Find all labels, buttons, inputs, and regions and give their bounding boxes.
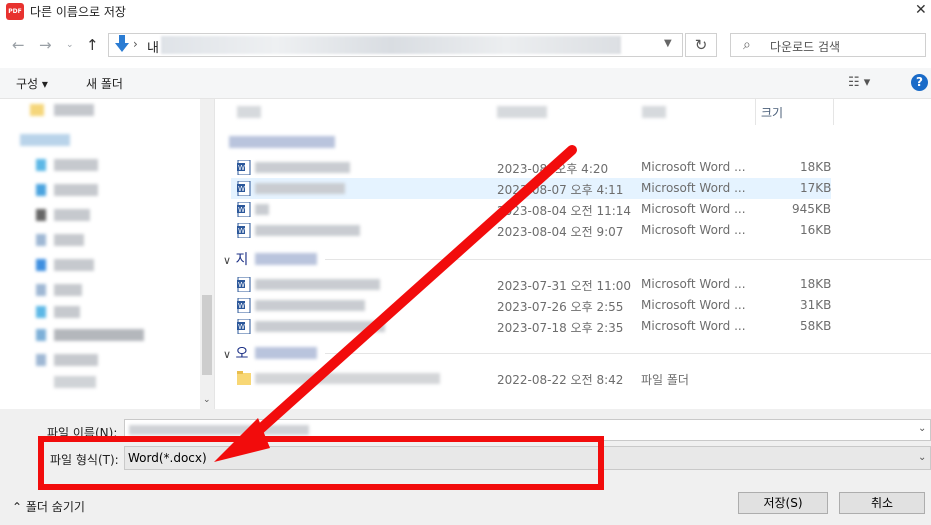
window-title: 다른 이름으로 저장: [30, 5, 126, 19]
table-row[interactable]: W 2023-08- 오후 4:20 Microsoft Word ... 18…: [231, 157, 831, 178]
file-size: 18KB: [800, 277, 832, 291]
table-row[interactable]: W 2023-08-04 오전 9:07 Microsoft Word ... …: [231, 220, 831, 241]
word-file-icon: W: [237, 298, 251, 313]
navigation-scrollbar[interactable]: ⌄: [200, 99, 214, 409]
pdf-app-icon: PDF: [6, 3, 24, 20]
file-size: 17KB: [800, 181, 832, 195]
word-file-icon: W: [237, 160, 251, 175]
word-file-icon: W: [237, 319, 251, 334]
chevron-down-icon[interactable]: ▼: [664, 38, 672, 49]
file-date: 2023-07-18 오후 2:35: [497, 321, 624, 335]
file-size: 945KB: [792, 202, 832, 216]
help-icon[interactable]: ?: [911, 74, 928, 91]
chevron-down-icon[interactable]: ⌄: [203, 395, 211, 405]
word-file-icon: W: [237, 223, 251, 238]
chevron-down-icon[interactable]: ⌄: [918, 423, 926, 434]
download-arrow-icon: [115, 35, 129, 52]
chevron-up-icon: ⌃: [12, 500, 23, 514]
folder-icon: [237, 371, 251, 385]
file-size: 16KB: [800, 223, 832, 237]
file-type: 파일 폴더: [641, 373, 689, 387]
file-size: 31KB: [800, 298, 832, 312]
group-header[interactable]: ∨ 오: [223, 343, 248, 363]
title-bar: PDF 다른 이름으로 저장 ✕: [0, 0, 931, 24]
address-bar[interactable]: › 내 ▼: [108, 33, 683, 57]
up-arrow-icon[interactable]: ↑: [86, 36, 99, 54]
table-row[interactable]: W 2023-08-07 오후 4:11 Microsoft Word ... …: [231, 178, 831, 199]
table-row[interactable]: 2022-08-22 오전 8:42 파일 폴더: [231, 368, 831, 389]
svg-text:W: W: [238, 281, 245, 289]
recent-dropdown-icon[interactable]: ⌄: [66, 40, 74, 50]
group-label: 오: [235, 346, 249, 362]
back-arrow-icon[interactable]: ←: [12, 36, 25, 54]
table-row[interactable]: W 2023-07-26 오후 2:55 Microsoft Word ... …: [231, 295, 831, 316]
file-type: Microsoft Word ...: [641, 277, 746, 291]
file-type: Microsoft Word ...: [641, 202, 746, 216]
address-separator: ›: [133, 37, 138, 51]
file-date: 2023-08-07 오후 4:11: [497, 183, 624, 197]
table-row[interactable]: W 2023-07-18 오후 2:35 Microsoft Word ... …: [231, 316, 831, 337]
file-size: 18KB: [800, 160, 832, 174]
scrollbar-thumb[interactable]: [202, 295, 212, 375]
svg-text:W: W: [238, 323, 245, 331]
column-header-size[interactable]: 크기: [761, 104, 783, 121]
address-path-blurred: [161, 36, 621, 54]
word-file-icon: W: [237, 181, 251, 196]
file-type: Microsoft Word ...: [641, 160, 746, 174]
hide-folders-toggle[interactable]: ⌃ 폴더 숨기기: [12, 498, 85, 515]
file-type: Microsoft Word ...: [641, 223, 746, 237]
file-size: 58KB: [800, 319, 832, 333]
view-options-icon[interactable]: ☷ ▾: [848, 75, 870, 90]
save-button[interactable]: 저장(S): [738, 492, 828, 514]
file-type: Microsoft Word ...: [641, 298, 746, 312]
new-folder-button[interactable]: 새 폴더: [86, 75, 123, 92]
chevron-down-icon[interactable]: ⌄: [918, 452, 926, 463]
file-date: 2023-07-26 오후 2:55: [497, 300, 624, 314]
file-date: 2023-08- 오후 4:20: [497, 162, 609, 176]
svg-text:W: W: [238, 206, 245, 214]
chevron-down-icon: ∨: [223, 254, 232, 267]
navigation-pane[interactable]: ⌄: [0, 99, 215, 409]
close-icon[interactable]: ✕: [915, 2, 927, 18]
file-date: 2023-07-31 오전 11:00: [497, 279, 632, 293]
cancel-button[interactable]: 취소: [839, 492, 925, 514]
table-row[interactable]: W 2023-08-04 오전 11:14 Microsoft Word ...…: [231, 199, 831, 220]
group-header[interactable]: ∨ 지: [223, 249, 248, 269]
file-list[interactable]: 크기 W 2023-08- 오후 4:20 Microsoft Word ...…: [215, 99, 931, 409]
file-type: Microsoft Word ...: [641, 319, 746, 333]
search-input[interactable]: ⌕ 다운로드 검색: [730, 33, 926, 57]
address-path-text: 내: [147, 41, 159, 56]
file-date: 2023-08-04 오전 9:07: [497, 225, 624, 239]
chevron-down-icon: ∨: [223, 348, 232, 361]
search-placeholder: 다운로드 검색: [770, 40, 841, 54]
file-type: Microsoft Word ...: [641, 181, 746, 195]
word-file-icon: W: [237, 202, 251, 217]
file-date: 2022-08-22 오전 8:42: [497, 373, 624, 387]
command-toolbar: 구성 ▾ 새 폴더 ☷ ▾ ?: [0, 68, 931, 99]
organize-button[interactable]: 구성 ▾: [16, 75, 48, 92]
svg-text:W: W: [238, 227, 245, 235]
svg-text:W: W: [238, 185, 245, 193]
svg-text:W: W: [238, 302, 245, 310]
search-icon: ⌕: [743, 37, 751, 53]
group-label: 지: [235, 252, 249, 268]
annotation-highlight-box: [38, 436, 604, 490]
word-file-icon: W: [237, 277, 251, 292]
file-date: 2023-08-04 오전 11:14: [497, 204, 632, 218]
forward-arrow-icon[interactable]: →: [39, 36, 52, 54]
hide-folders-label: 폴더 숨기기: [25, 500, 85, 514]
table-row[interactable]: W 2023-07-31 오전 11:00 Microsoft Word ...…: [231, 274, 831, 295]
refresh-button[interactable]: ↻: [685, 33, 717, 57]
svg-text:W: W: [238, 164, 245, 172]
filename-value-blurred: [129, 425, 309, 435]
